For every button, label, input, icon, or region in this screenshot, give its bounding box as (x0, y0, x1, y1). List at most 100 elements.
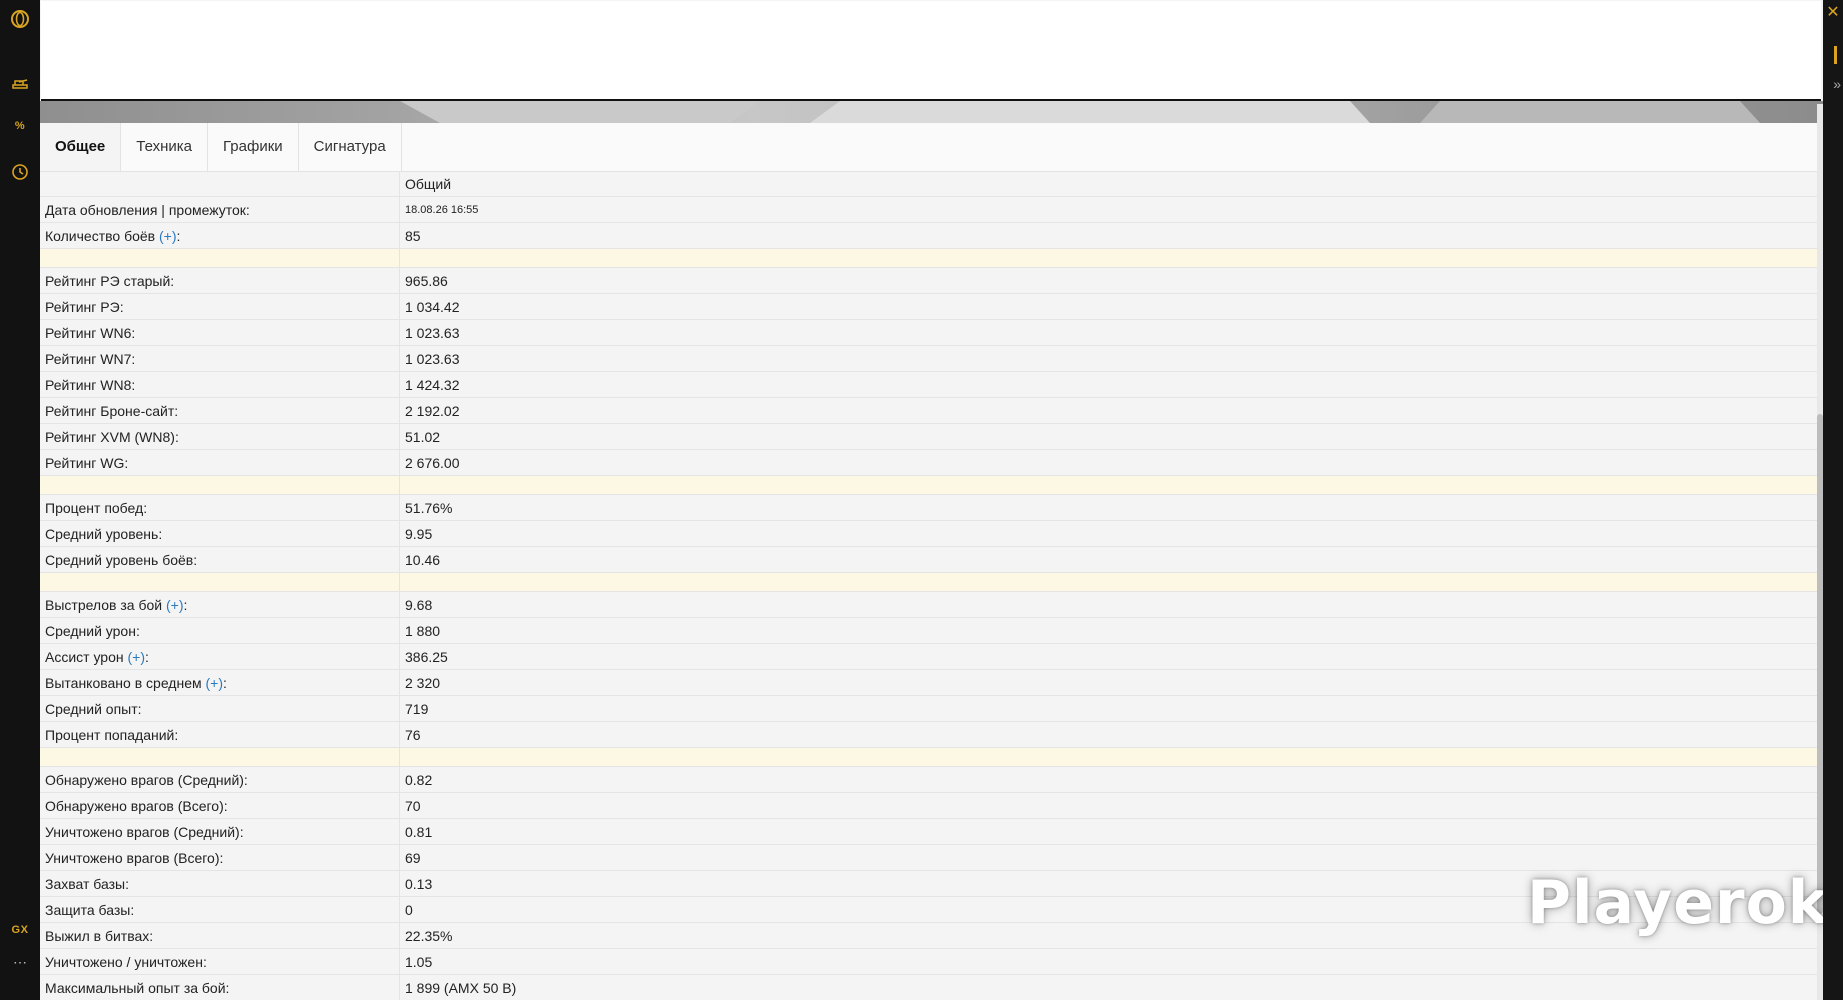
expand-plus-link[interactable]: (+) (206, 675, 224, 691)
stat-label: Уничтожено / уничтожен: (40, 948, 400, 975)
stat-label: Защита базы: (40, 896, 400, 923)
stat-label: Средний опыт: (40, 695, 400, 722)
stat-label: Количество боёв (+): (40, 222, 400, 249)
stat-label-text: Выжил в битвах: (45, 927, 154, 944)
column-header: Общий (399, 171, 1823, 197)
stat-label: Дата обновления | промежуток: (40, 196, 400, 223)
stat-label-text: Рейтинг WN8: (45, 376, 136, 393)
stat-value: 85 (399, 222, 1823, 249)
stat-label-text: Процент побед: (45, 499, 148, 516)
clock-icon[interactable] (6, 158, 34, 186)
opera-logo-icon[interactable] (6, 5, 34, 33)
separator-cell (40, 248, 400, 268)
expand-plus-link[interactable]: (+) (128, 649, 146, 665)
separator-cell (40, 572, 400, 592)
more-icon[interactable]: ⋯ (6, 948, 34, 976)
table-row: Средний опыт: 719 (40, 695, 1823, 722)
gx-icon[interactable]: GX (6, 916, 34, 944)
table-row: Уничтожено / уничтожен: 1.05 (40, 948, 1823, 975)
stat-value: 51.02 (399, 423, 1823, 450)
stat-label: Рейтинг WG: (40, 449, 400, 476)
table-separator-row (40, 248, 1823, 268)
tab-charts[interactable]: Графики (208, 123, 299, 171)
stat-label: Средний уровень боёв: (40, 546, 400, 573)
table-row: Количество боёв (+): 85 (40, 222, 1823, 249)
stat-label: Обнаружено врагов (Средний): (40, 766, 400, 793)
page-content: Общее Техника Графики Сигнатура Общий Да… (40, 0, 1823, 1000)
stat-value: 69 (399, 844, 1823, 871)
stat-label-text: Захват базы: (45, 875, 129, 892)
table-row: Обнаружено врагов (Средний): 0.82 (40, 766, 1823, 793)
table-row: Уничтожено врагов (Всего): 69 (40, 844, 1823, 871)
tab-signature[interactable]: Сигнатура (299, 123, 402, 171)
stat-label-text: Средний уровень боёв: (45, 551, 198, 568)
stat-label-text: Уничтожено врагов (Всего): (45, 849, 224, 866)
separator-cell (399, 248, 1823, 268)
table-separator-row (40, 747, 1823, 767)
table-header-row: Общий (40, 171, 1823, 197)
stat-label-text: Вытанковано в среднем (45, 674, 202, 691)
stat-value: 2 320 (399, 669, 1823, 696)
stat-label-text: Дата обновления | промежуток: (45, 201, 250, 218)
stats-tabs: Общее Техника Графики Сигнатура (40, 123, 1823, 172)
table-separator-row (40, 572, 1823, 592)
stat-label-text: Ассист урон (45, 648, 124, 665)
stat-label-text: Уничтожено / уничтожен: (45, 953, 207, 970)
stat-label-text: Рейтинг WN7: (45, 350, 136, 367)
table-row: Рейтинг РЭ старый: 965.86 (40, 267, 1823, 294)
close-icon[interactable]: ✕ (1825, 4, 1841, 22)
stat-value: 1 424.32 (399, 371, 1823, 398)
tank-icon[interactable] (6, 68, 34, 96)
stat-label: Рейтинг XVM (WN8): (40, 423, 400, 450)
browser-sidebar: % GX ⋯ (0, 0, 40, 1000)
stat-value: 18.08.26 16:55 (399, 196, 1823, 223)
stat-value: 70 (399, 792, 1823, 819)
table-row: Вытанковано в среднем (+): 2 320 (40, 669, 1823, 696)
table-row: Выстрелов за бой (+): 9.68 (40, 591, 1823, 618)
stat-value: 9.68 (399, 591, 1823, 618)
table-row: Рейтинг Броне-сайт: 2 192.02 (40, 397, 1823, 424)
tab-general[interactable]: Общее (40, 123, 122, 171)
stat-label: Рейтинг РЭ старый: (40, 267, 400, 294)
stat-label: Рейтинг WN8: (40, 371, 400, 398)
stat-label-text: Количество боёв (45, 227, 156, 244)
stat-label: Средний урон: (40, 617, 400, 644)
stat-label-text: Защита базы: (45, 901, 135, 918)
stat-label: Обнаружено врагов (Всего): (40, 792, 400, 819)
stat-label-text: Рейтинг РЭ старый: (45, 272, 175, 289)
expand-plus-link[interactable]: (+) (159, 228, 177, 244)
table-row: Процент побед: 51.76% (40, 494, 1823, 521)
separator-cell (399, 475, 1823, 495)
stat-label: Процент попаданий: (40, 721, 400, 748)
stat-value: 0.82 (399, 766, 1823, 793)
chevron-right-icon[interactable]: » (1833, 76, 1841, 92)
panel-indicator (1834, 46, 1837, 64)
table-row: Рейтинг WN8: 1 424.32 (40, 371, 1823, 398)
table-row: Максимальный опыт за бой: 1 899 (AMX 50 B… (40, 974, 1823, 1000)
header-image (40, 101, 1823, 123)
stat-label-text: Уничтожено врагов (Средний): (45, 823, 244, 840)
separator-cell (40, 747, 400, 767)
stat-label-text: Средний опыт: (45, 700, 142, 717)
stat-value: 9.95 (399, 520, 1823, 547)
table-row: Рейтинг РЭ: 1 034.42 (40, 293, 1823, 320)
tab-vehicles[interactable]: Техника (121, 123, 209, 171)
stat-label-text: Рейтинг XVM (WN8): (45, 428, 179, 445)
stat-value: 2 192.02 (399, 397, 1823, 424)
stat-value: 965.86 (399, 267, 1823, 294)
watermark: Playerok (1527, 868, 1823, 938)
table-row: Уничтожено врагов (Средний): 0.81 (40, 818, 1823, 845)
stat-value: 1 880 (399, 617, 1823, 644)
table-row: Процент попаданий: 76 (40, 721, 1823, 748)
stat-label: Процент побед: (40, 494, 400, 521)
stat-label: Рейтинг WN6: (40, 319, 400, 346)
stat-value: 0.81 (399, 818, 1823, 845)
table-row: Средний уровень боёв: 10.46 (40, 546, 1823, 573)
stat-label-text: Средний урон: (45, 622, 140, 639)
stat-label-text: Рейтинг WG: (45, 454, 129, 471)
browser-right-edge: ✕ » (1823, 0, 1843, 1000)
stat-value: 76 (399, 721, 1823, 748)
percent-icon[interactable]: % (6, 112, 34, 140)
expand-plus-link[interactable]: (+) (166, 597, 184, 613)
ad-banner (41, 1, 1821, 101)
